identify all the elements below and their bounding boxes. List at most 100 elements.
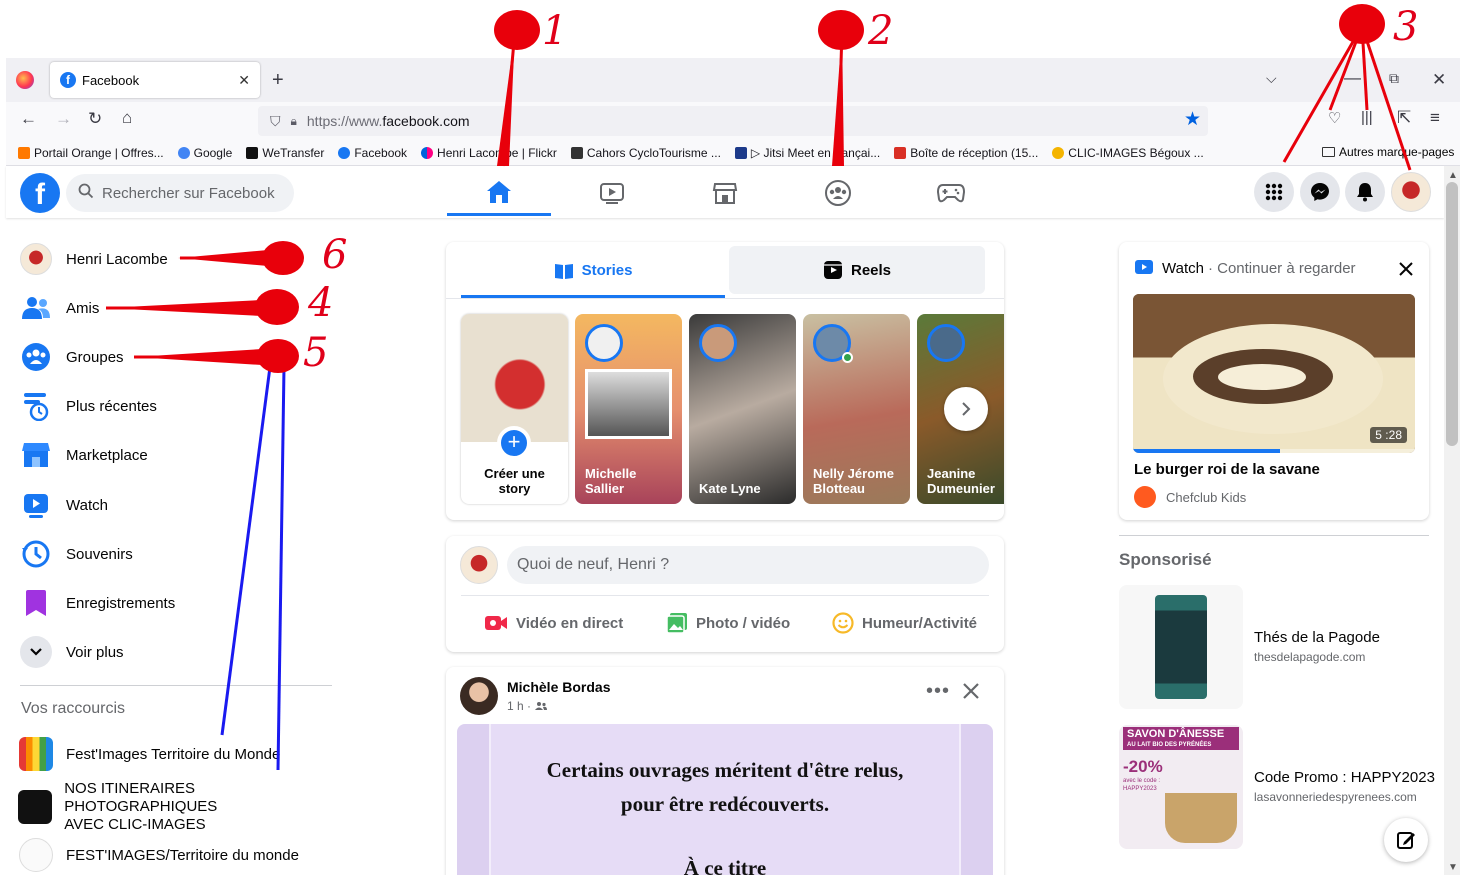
feeds-icon <box>18 388 54 424</box>
ad-name[interactable]: Thés de la Pagode <box>1254 629 1380 646</box>
tab-gaming[interactable] <box>899 170 1003 216</box>
other-bookmarks[interactable]: Autres marque-pages <box>1322 145 1454 159</box>
new-tab-icon[interactable]: + <box>272 69 284 92</box>
annotation-number: 4 <box>308 280 334 326</box>
ad-url: lasavonneriedespyrenees.com <box>1254 790 1417 804</box>
url-bar[interactable]: ⛉ 🔒︎ https://www. facebook.com <box>258 106 1208 136</box>
tab-groups[interactable] <box>786 170 890 216</box>
annotation-number: 2 <box>868 8 894 54</box>
stories-next-button[interactable] <box>944 387 988 431</box>
sidebar-item-watch[interactable]: Watch <box>18 482 338 528</box>
plus-icon[interactable]: + <box>497 426 531 460</box>
shortcut-item[interactable]: FEST'IMAGES/Territoire du monde <box>18 832 338 875</box>
menu-button[interactable] <box>1254 172 1294 212</box>
home-icon[interactable]: ⌂ <box>122 108 132 128</box>
close-window-icon[interactable]: ✕ <box>1432 70 1446 90</box>
chevron-down-icon <box>18 634 54 670</box>
tab-stories[interactable]: Stories <box>461 246 725 298</box>
gamepad-icon <box>936 184 966 203</box>
ad-image[interactable]: SAVON D'ÂNESSE AU LAIT BIO DES PYRÉNÉES … <box>1119 725 1243 849</box>
avatar[interactable] <box>460 546 498 584</box>
browser-tab[interactable]: f Facebook ✕ <box>50 62 260 98</box>
shortcut-item[interactable]: Fest'Images Territoire du Monde <box>18 731 338 777</box>
search-input[interactable]: Rechercher sur Facebook <box>66 174 294 212</box>
sidebar-item-profile[interactable]: Henri Lacombe <box>18 236 338 282</box>
sidebar-item-memories[interactable]: Souvenirs <box>18 531 338 577</box>
bookmark-item[interactable]: CLIC-IMAGES Bégoux ... <box>1052 146 1204 160</box>
sidebar-item-saved[interactable]: Enregistrements <box>18 580 338 626</box>
notifications-button[interactable] <box>1345 172 1385 212</box>
shortcut-image <box>18 837 54 873</box>
sidebar-item-see-more[interactable]: Voir plus <box>18 629 338 675</box>
shortcut-item[interactable]: NOS ITINERAIRES PHOTOGRAPHIQUES AVEC CLIC… <box>18 780 338 833</box>
bookmark-item[interactable]: Henri Lacombe | Flickr <box>421 146 557 160</box>
pocket-icon[interactable]: ♡ <box>1328 109 1341 127</box>
back-icon[interactable]: ← <box>20 109 37 129</box>
video-title[interactable]: Le burger roi de la savane <box>1134 461 1320 478</box>
video-thumbnail[interactable]: 5 :28 <box>1133 294 1415 453</box>
bookmark-item[interactable]: WeTransfer <box>246 146 324 160</box>
sidebar-item-groups[interactable]: Groupes <box>18 334 338 380</box>
forward-icon[interactable]: → <box>55 109 72 129</box>
scroll-down-icon[interactable]: ▼ <box>1448 862 1458 873</box>
restore-icon[interactable]: ⧉ <box>1389 70 1399 87</box>
menu-icon[interactable]: ≡ <box>1430 108 1440 128</box>
sidebar-item-friends[interactable]: Amis <box>18 285 338 331</box>
friends-icon <box>18 290 54 326</box>
close-tab-icon[interactable]: ✕ <box>238 72 250 89</box>
live-video-button[interactable]: Vidéo en direct <box>484 606 623 640</box>
story-card[interactable]: Nelly Jérome Blotteau <box>803 314 910 504</box>
feeling-activity-button[interactable]: Humeur/Activité <box>832 606 977 640</box>
tracking-shield-icon[interactable]: ⛉ <box>270 113 281 130</box>
reload-icon[interactable]: ↻ <box>88 109 102 129</box>
scrollbar-thumb[interactable] <box>1446 182 1458 446</box>
account-avatar[interactable] <box>1391 172 1431 212</box>
new-message-button[interactable] <box>1384 818 1428 862</box>
sidebar-item-recent[interactable]: Plus récentes <box>18 383 338 429</box>
folder-icon <box>1322 147 1335 157</box>
bookmark-star-icon[interactable]: ★ <box>1184 108 1201 131</box>
bookmark-item[interactable]: Cahors CycloTourisme ... <box>570 146 721 160</box>
tab-watch[interactable] <box>560 170 664 216</box>
marketplace-icon <box>712 183 738 204</box>
ad-name[interactable]: Code Promo : HAPPY2023 <box>1254 769 1435 786</box>
more-options-icon[interactable]: ••• <box>926 680 950 703</box>
messenger-button[interactable] <box>1300 172 1340 212</box>
tab-list-icon[interactable]: ⌵ <box>1266 70 1277 87</box>
create-story[interactable]: + Créer une story <box>461 314 568 504</box>
post-author[interactable]: Michèle Bordas <box>507 679 610 695</box>
compose-icon <box>1397 832 1415 849</box>
lock-icon[interactable]: 🔒︎ <box>291 114 297 129</box>
bookmark-favicon-icon <box>421 146 434 159</box>
video-channel[interactable]: Chefclub Kids <box>1134 486 1246 508</box>
story-card[interactable]: Michelle Sallier <box>575 314 682 504</box>
facebook-logo[interactable]: f <box>20 173 60 213</box>
avatar[interactable] <box>460 677 498 715</box>
bookmarks-bar: Portail Orange | Offres... Google WeTran… <box>6 140 1460 166</box>
tab-reels[interactable]: Reels <box>729 246 985 294</box>
bookmark-favicon-icon <box>246 146 259 159</box>
photo-video-button[interactable]: Photo / vidéo <box>666 606 790 640</box>
bookmark-item[interactable]: ▷ Jitsi Meet en françai... <box>734 146 880 160</box>
composer-input[interactable]: Quoi de neuf, Henri ? <box>507 546 989 584</box>
chevron-right-icon <box>962 402 971 416</box>
bookmark-item[interactable]: Boîte de réception (15... <box>894 146 1038 160</box>
minimize-icon[interactable]: — <box>1344 68 1361 88</box>
ad-image[interactable] <box>1119 585 1243 709</box>
close-watch-icon[interactable] <box>1398 261 1414 282</box>
tab-home[interactable] <box>447 170 551 216</box>
url-domain: facebook.com <box>382 113 470 129</box>
tab-marketplace[interactable] <box>673 170 777 216</box>
bookmark-item[interactable]: Google <box>177 146 232 160</box>
library-icon[interactable]: ||| <box>1361 109 1373 126</box>
sidebar-item-marketplace[interactable]: Marketplace <box>18 432 338 478</box>
bookmark-item[interactable]: Facebook <box>338 146 407 160</box>
scroll-up-icon[interactable]: ▲ <box>1448 170 1458 181</box>
avatar <box>699 324 737 362</box>
stories-divider <box>446 298 1004 299</box>
story-card[interactable]: Kate Lyne <box>689 314 796 504</box>
close-post-icon[interactable] <box>962 682 980 705</box>
extensions-icon[interactable]: ⇱ <box>1397 108 1411 128</box>
bookmark-item[interactable]: Portail Orange | Offres... <box>18 146 164 160</box>
facebook-favicon-icon: f <box>60 72 76 88</box>
